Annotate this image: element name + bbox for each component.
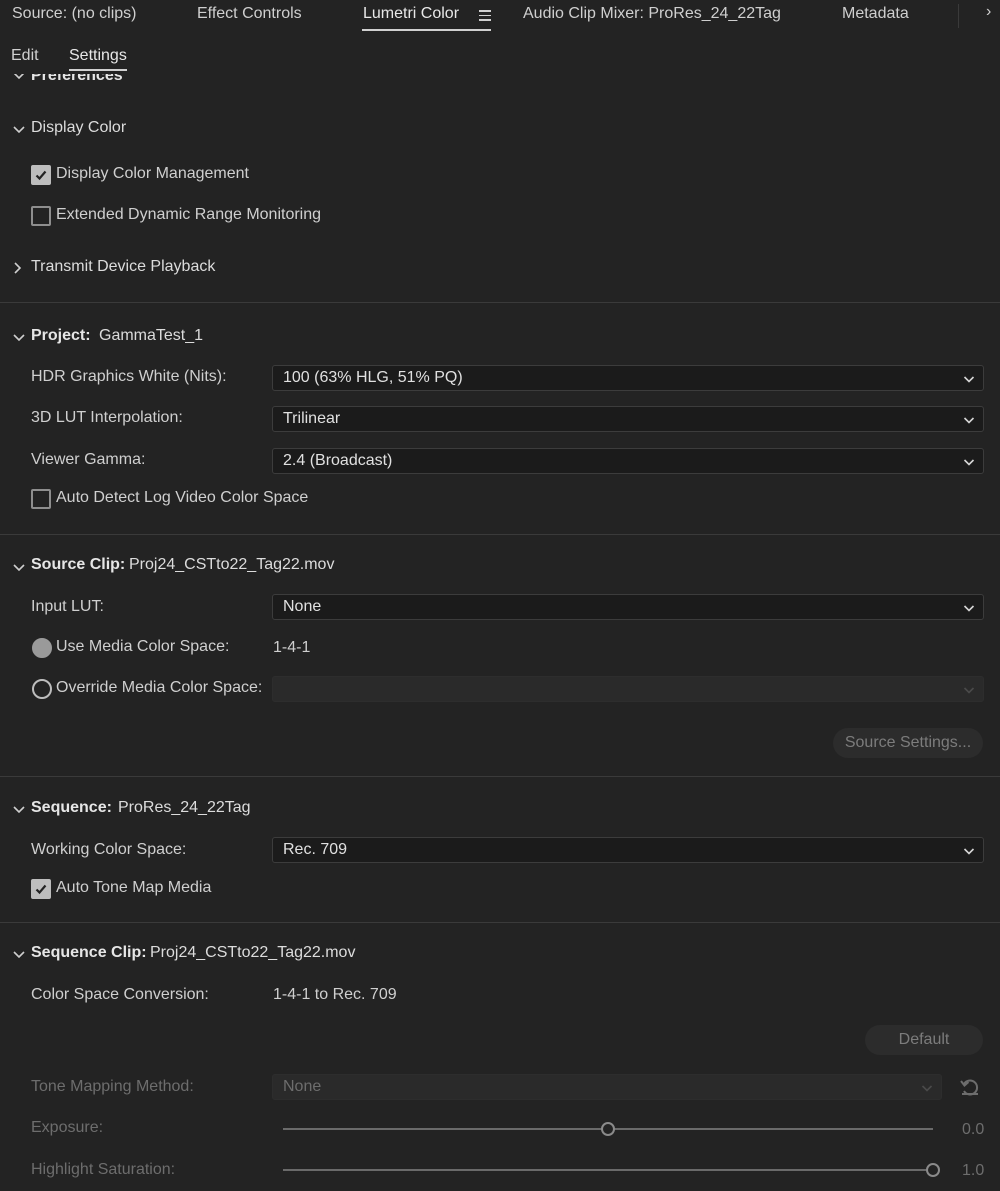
display-color-management-checkbox[interactable] <box>31 165 51 185</box>
color-space-conversion-value: 1-4-1 to Rec. 709 <box>273 986 397 1003</box>
chevron-down-icon <box>963 372 975 390</box>
viewer-gamma-label: Viewer Gamma: <box>31 451 146 468</box>
preferences-title: Preferences <box>31 74 123 84</box>
panel-menu-icon[interactable] <box>479 10 491 24</box>
overflow-chevron-icon[interactable]: › <box>986 3 991 21</box>
sequence-clip-title-label: Sequence Clip: <box>31 944 147 961</box>
working-color-space-label: Working Color Space: <box>31 841 187 858</box>
lut-interpolation-value: Trilinear <box>283 410 341 427</box>
transmit-playback-chevron-right-icon[interactable] <box>10 261 24 275</box>
source-clip-chevron-down-icon[interactable] <box>12 560 26 574</box>
active-tab-underline <box>362 29 491 31</box>
section-divider <box>0 534 1000 535</box>
highlight-saturation-label: Highlight Saturation: <box>31 1161 176 1178</box>
chevron-down-icon <box>963 844 975 862</box>
override-media-color-space-label: Override Media Color Space: <box>56 679 263 696</box>
chevron-down-icon <box>963 413 975 431</box>
tab-metadata[interactable]: Metadata <box>842 5 909 23</box>
auto-tone-map-checkbox[interactable] <box>31 879 51 899</box>
tab-audio-clip-mixer[interactable]: Audio Clip Mixer: ProRes_24_22Tag <box>523 5 781 23</box>
project-name: GammaTest_1 <box>99 327 204 344</box>
chevron-down-icon <box>963 601 975 619</box>
tone-mapping-method-value: None <box>283 1078 322 1095</box>
use-media-color-space-value: 1-4-1 <box>273 639 311 656</box>
edr-monitoring-checkbox[interactable] <box>31 206 51 226</box>
chevron-down-icon <box>921 1081 933 1099</box>
viewer-gamma-value: 2.4 (Broadcast) <box>283 452 393 469</box>
use-media-color-space-radio[interactable] <box>32 638 52 658</box>
source-settings-button[interactable]: Source Settings... <box>833 728 983 758</box>
lut-interpolation-label: 3D LUT Interpolation: <box>31 409 183 426</box>
section-divider <box>0 776 1000 777</box>
exposure-label: Exposure: <box>31 1119 104 1136</box>
tone-mapping-method-select[interactable]: None <box>272 1074 942 1100</box>
project-chevron-down-icon[interactable] <box>12 330 26 344</box>
auto-detect-log-label: Auto Detect Log Video Color Space <box>56 489 309 506</box>
edr-monitoring-label: Extended Dynamic Range Monitoring <box>56 206 322 223</box>
color-space-conversion-label: Color Space Conversion: <box>31 986 209 1003</box>
highlight-saturation-slider-thumb[interactable] <box>926 1163 940 1177</box>
display-color-management-label: Display Color Management <box>56 165 249 182</box>
tab-effect-controls[interactable]: Effect Controls <box>197 5 302 23</box>
sequence-chevron-down-icon[interactable] <box>12 802 26 816</box>
subtab-edit[interactable]: Edit <box>11 47 39 65</box>
sequence-clip-name: Proj24_CSTto22_Tag22.mov <box>150 944 356 961</box>
chevron-down-icon[interactable] <box>12 74 26 82</box>
tab-lumetri-color[interactable]: Lumetri Color <box>363 5 459 23</box>
hdr-graphics-white-value: 100 (63% HLG, 51% PQ) <box>283 369 463 386</box>
project-title-label: Project: <box>31 327 91 344</box>
sequence-name: ProRes_24_22Tag <box>118 799 251 816</box>
working-color-space-select[interactable]: Rec. 709 <box>272 837 984 863</box>
panel-tab-bar: Source: (no clips) Effect Controls Lumet… <box>0 0 1000 32</box>
exposure-slider-thumb[interactable] <box>601 1122 615 1136</box>
lut-interpolation-select[interactable]: Trilinear <box>272 406 984 432</box>
input-lut-value: None <box>283 598 322 615</box>
chevron-down-icon <box>963 455 975 473</box>
preferences-header-clipped: Preferences <box>0 74 1000 90</box>
use-media-color-space-label: Use Media Color Space: <box>56 638 230 655</box>
sequence-clip-chevron-down-icon[interactable] <box>12 947 26 961</box>
section-divider <box>0 922 1000 923</box>
hdr-graphics-white-label: HDR Graphics White (Nits): <box>31 368 227 385</box>
display-color-title[interactable]: Display Color <box>31 119 126 137</box>
input-lut-label: Input LUT: <box>31 598 104 615</box>
tab-source[interactable]: Source: (no clips) <box>12 5 137 23</box>
display-color-chevron-down-icon[interactable] <box>12 122 26 136</box>
hdr-graphics-white-select[interactable]: 100 (63% HLG, 51% PQ) <box>272 365 984 391</box>
highlight-saturation-value[interactable]: 1.0 <box>962 1162 984 1180</box>
source-clip-title-label: Source Clip: <box>31 556 126 573</box>
exposure-value[interactable]: 0.0 <box>962 1121 984 1139</box>
working-color-space-value: Rec. 709 <box>283 841 348 858</box>
tab-separator <box>958 4 959 28</box>
source-clip-name: Proj24_CSTto22_Tag22.mov <box>129 556 335 573</box>
highlight-saturation-slider-track[interactable] <box>283 1169 933 1171</box>
input-lut-select[interactable]: None <box>272 594 984 620</box>
subtab-settings[interactable]: Settings <box>69 47 127 65</box>
override-media-color-space-select[interactable] <box>272 676 984 702</box>
transmit-playback-title[interactable]: Transmit Device Playback <box>31 258 215 276</box>
auto-tone-map-label: Auto Tone Map Media <box>56 879 212 896</box>
reset-icon[interactable] <box>959 1076 981 1103</box>
section-divider <box>0 302 1000 303</box>
tone-mapping-method-label: Tone Mapping Method: <box>31 1078 194 1095</box>
active-subtab-underline <box>69 69 127 71</box>
viewer-gamma-select[interactable]: 2.4 (Broadcast) <box>272 448 984 474</box>
default-button[interactable]: Default <box>865 1025 983 1055</box>
chevron-down-icon <box>963 683 975 701</box>
sequence-title-label: Sequence: <box>31 799 112 816</box>
override-media-color-space-radio[interactable] <box>32 679 52 699</box>
auto-detect-log-checkbox[interactable] <box>31 489 51 509</box>
